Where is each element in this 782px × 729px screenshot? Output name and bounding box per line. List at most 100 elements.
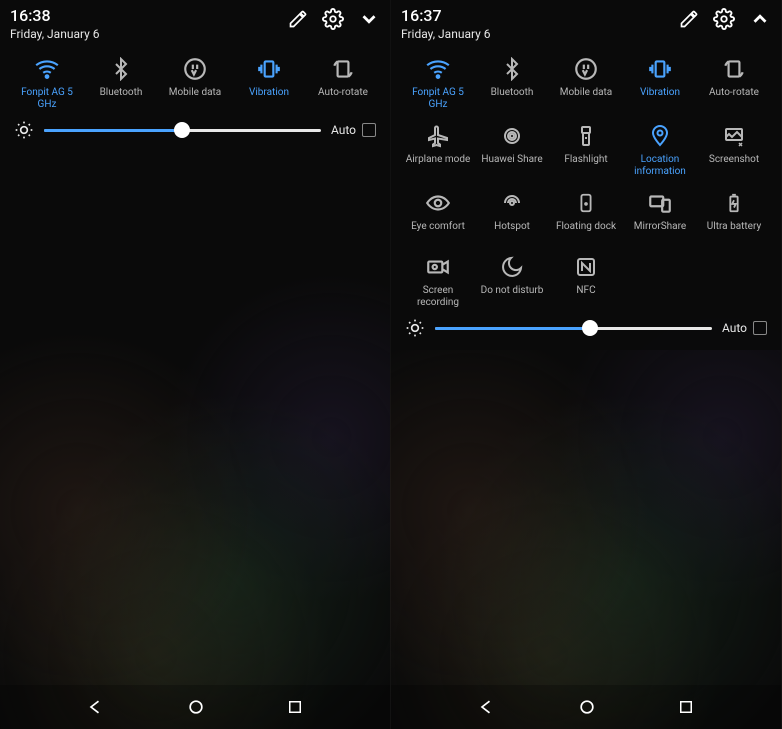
home-button[interactable]	[577, 697, 597, 717]
brightness-slider[interactable]	[44, 123, 321, 137]
shade-header: 16:38 Friday, January 6	[10, 6, 380, 41]
clock-time: 16:37	[401, 6, 679, 25]
hotspot-icon	[498, 189, 526, 217]
tile-hotspot[interactable]: Hotspot	[475, 185, 549, 245]
tile-vibration[interactable]: Vibration	[623, 51, 697, 114]
expand-down-icon[interactable]	[358, 8, 380, 34]
tile-label: Mobile data	[560, 87, 613, 99]
tile-label: Eye comfort	[411, 221, 465, 233]
tile-mobile-data[interactable]: Mobile data	[549, 51, 623, 114]
clock-time: 16:38	[10, 6, 288, 25]
tile-label: Mobile data	[169, 87, 222, 99]
brightness-row: Auto	[10, 114, 380, 144]
brightness-auto-label: Auto	[722, 321, 747, 335]
tile-label: Hotspot	[494, 221, 530, 233]
tile-airplane-mode[interactable]: Airplane mode	[401, 118, 475, 181]
tile-auto-rotate[interactable]: Auto-rotate	[306, 51, 380, 114]
tile-flashlight[interactable]: Flashlight	[549, 118, 623, 181]
settings-icon[interactable]	[322, 8, 344, 34]
screenshot-icon	[720, 122, 748, 150]
ultra-battery-icon	[720, 189, 748, 217]
tile-nfc[interactable]: NFC	[549, 249, 623, 312]
tile-label: Screen recording	[404, 285, 472, 308]
auto-rotate-icon	[720, 55, 748, 83]
tile-vibration[interactable]: Vibration	[232, 51, 306, 114]
brightness-icon	[14, 120, 34, 140]
brightness-icon	[405, 318, 425, 338]
back-button[interactable]	[86, 697, 106, 717]
bluetooth-icon	[107, 55, 135, 83]
tile-label: Ultra battery	[707, 221, 761, 233]
wifi-icon	[424, 55, 452, 83]
mobile-data-icon	[181, 55, 209, 83]
recent-button[interactable]	[677, 698, 695, 716]
settings-icon[interactable]	[713, 8, 735, 34]
brightness-auto-checkbox[interactable]	[753, 321, 767, 335]
tile-ultra-battery[interactable]: Ultra battery	[697, 185, 771, 245]
edit-icon[interactable]	[679, 9, 699, 33]
tile-label: MirrorShare	[634, 221, 686, 233]
auto-rotate-icon	[329, 55, 357, 83]
brightness-slider[interactable]	[435, 321, 712, 335]
shade-header: 16:37 Friday, January 6	[401, 6, 771, 41]
collapse-up-icon[interactable]	[749, 8, 771, 34]
huawei-share-icon	[498, 122, 526, 150]
screen-recording-icon	[424, 253, 452, 281]
back-button[interactable]	[477, 697, 497, 717]
tile-screen-recording[interactable]: Screen recording	[401, 249, 475, 312]
tile-label: Screenshot	[709, 154, 759, 166]
vibration-icon	[255, 55, 283, 83]
floating-dock-icon	[572, 189, 600, 217]
tile-huawei-share[interactable]: Huawei Share	[475, 118, 549, 181]
tile-bluetooth[interactable]: Bluetooth	[84, 51, 158, 114]
tile-label: Flashlight	[564, 154, 607, 166]
tile-bluetooth[interactable]: Bluetooth	[475, 51, 549, 114]
tile-label: Bluetooth	[100, 87, 143, 99]
brightness-auto[interactable]: Auto	[331, 123, 376, 137]
brightness-row: Auto	[401, 312, 771, 342]
tile-label: Vibration	[249, 87, 289, 99]
phone-panel-left: 16:38 Friday, January 6 Fonpit AG 5 GHz B…	[0, 0, 391, 729]
tile-location[interactable]: Location information	[623, 118, 697, 181]
clock-date: Friday, January 6	[10, 27, 288, 41]
tile-label: NFC	[576, 285, 595, 297]
tile-mirrorshare[interactable]: MirrorShare	[623, 185, 697, 245]
brightness-auto-checkbox[interactable]	[362, 123, 376, 137]
tile-label: Airplane mode	[406, 154, 471, 166]
tile-mobile-data[interactable]: Mobile data	[158, 51, 232, 114]
tile-floating-dock[interactable]: Floating dock	[549, 185, 623, 245]
tile-wifi[interactable]: Fonpit AG 5 GHz	[10, 51, 84, 114]
edit-icon[interactable]	[288, 9, 308, 33]
brightness-auto-label: Auto	[331, 123, 356, 137]
brightness-auto[interactable]: Auto	[722, 321, 767, 335]
tile-auto-rotate[interactable]: Auto-rotate	[697, 51, 771, 114]
navigation-bar	[0, 685, 390, 729]
mobile-data-icon	[572, 55, 600, 83]
notification-shade: 16:37 Friday, January 6 Fonpit AG 5 GHzB…	[391, 0, 781, 350]
notification-shade: 16:38 Friday, January 6 Fonpit AG 5 GHz B…	[0, 0, 390, 152]
quick-tiles-grid: Fonpit AG 5 GHzBluetooth Mobile data Vibra…	[401, 51, 771, 312]
nfc-icon	[572, 253, 600, 281]
tile-label: Fonpit AG 5 GHz	[404, 87, 472, 110]
tile-screenshot[interactable]: Screenshot	[697, 118, 771, 181]
tile-label: Auto-rotate	[318, 87, 368, 99]
wifi-icon	[33, 55, 61, 83]
tile-label: Fonpit AG 5 GHz	[13, 87, 81, 110]
navigation-bar	[391, 685, 781, 729]
tile-do-not-disturb[interactable]: Do not disturb	[475, 249, 549, 312]
mirrorshare-icon	[646, 189, 674, 217]
airplane-mode-icon	[424, 122, 452, 150]
vibration-icon	[646, 55, 674, 83]
tile-label: Do not disturb	[481, 285, 544, 297]
quick-tiles-grid: Fonpit AG 5 GHz Bluetooth Mobile data Vibra…	[10, 51, 380, 114]
phone-panel-right: 16:37 Friday, January 6 Fonpit AG 5 GHzB…	[391, 0, 782, 729]
eye-comfort-icon	[424, 189, 452, 217]
location-icon	[646, 122, 674, 150]
recent-button[interactable]	[286, 698, 304, 716]
tile-wifi[interactable]: Fonpit AG 5 GHz	[401, 51, 475, 114]
home-button[interactable]	[186, 697, 206, 717]
tile-eye-comfort[interactable]: Eye comfort	[401, 185, 475, 245]
bluetooth-icon	[498, 55, 526, 83]
flashlight-icon	[572, 122, 600, 150]
tile-label: Huawei Share	[481, 154, 542, 166]
